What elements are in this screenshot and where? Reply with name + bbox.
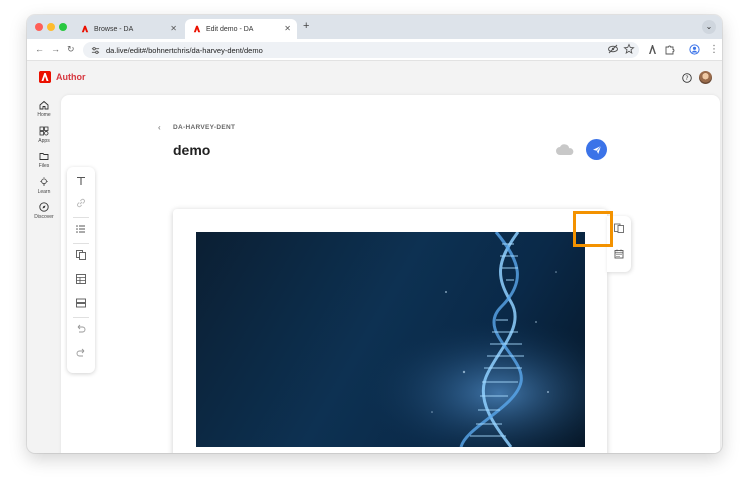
browser-toolbar: ← → ↻ da.live/edit#/bohnertchris/da-harv… <box>27 39 722 61</box>
nav-item-discover[interactable]: Discover <box>27 202 61 220</box>
tab-label: Edit demo - DA <box>206 25 254 33</box>
annotation-highlight <box>573 211 613 247</box>
new-tab-button[interactable]: + <box>303 20 309 32</box>
app-header: Author ? <box>27 62 722 92</box>
list-icon[interactable] <box>75 223 87 235</box>
library-icon[interactable] <box>613 222 625 234</box>
send-icon <box>592 145 601 154</box>
editor-toolbar <box>67 167 95 373</box>
breadcrumb[interactable]: DA-HARVEY-DENT <box>173 124 235 131</box>
page-title: demo <box>173 142 211 158</box>
apps-icon <box>39 126 49 136</box>
hero-image[interactable] <box>196 232 585 447</box>
reload-icon[interactable]: ↻ <box>67 44 75 55</box>
nav-label: Files <box>38 163 50 169</box>
toolbar-divider <box>73 317 89 318</box>
publish-button[interactable] <box>586 139 607 160</box>
blocks-icon[interactable] <box>75 249 87 261</box>
tab-label: Browse - DA <box>94 25 134 33</box>
app-title[interactable]: Author <box>56 72 86 82</box>
nav-item-home[interactable]: Home <box>27 100 61 118</box>
calendar-icon[interactable] <box>613 248 625 260</box>
toolbar-divider <box>73 217 89 218</box>
link-icon[interactable] <box>75 197 87 209</box>
nav-label: Home <box>37 112 51 118</box>
url-text: da.live/edit#/bohnertchris/da-harvey-den… <box>106 45 263 55</box>
folder-icon <box>39 153 49 160</box>
nav-item-files[interactable]: Files <box>27 151 61 169</box>
address-bar[interactable]: da.live/edit#/bohnertchris/da-harvey-den… <box>83 42 639 58</box>
minimize-window-button[interactable] <box>47 23 55 31</box>
dna-helix-image <box>196 232 585 447</box>
browser-menu-icon[interactable]: ⋮ <box>709 44 719 55</box>
redo-icon[interactable] <box>75 347 87 359</box>
bookmark-star-icon[interactable] <box>623 43 635 55</box>
svg-text:?: ? <box>685 75 688 82</box>
adobe-favicon-icon <box>81 25 89 33</box>
nav-label: Discover <box>34 214 54 220</box>
maximize-window-button[interactable] <box>59 23 67 31</box>
site-settings-icon[interactable] <box>91 46 100 55</box>
nav-item-learn[interactable]: Learn <box>27 177 61 195</box>
tab-search-chevron-icon[interactable]: ⌄ <box>702 20 716 34</box>
tab-edit-demo[interactable]: Edit demo - DA ✕ <box>185 19 297 39</box>
nav-label: Learn <box>37 189 51 195</box>
chevron-left-icon[interactable]: ‹ <box>158 123 161 132</box>
nav-item-apps[interactable]: Apps <box>27 126 61 144</box>
user-avatar[interactable] <box>699 71 712 84</box>
nav-label: Apps <box>38 138 50 144</box>
cloud-icon <box>556 144 574 155</box>
tab-close-icon[interactable]: ✕ <box>170 24 177 33</box>
close-window-button[interactable] <box>35 23 43 31</box>
profile-icon[interactable] <box>689 44 700 55</box>
section-icon[interactable] <box>75 297 87 309</box>
adobe-favicon-icon <box>193 25 201 33</box>
help-icon[interactable]: ? <box>682 73 692 83</box>
extensions-puzzle-icon[interactable] <box>664 44 675 55</box>
forward-arrow-icon[interactable]: → <box>51 44 60 54</box>
tab-bar: Browse - DA ✕ Edit demo - DA ✕ + ⌄ <box>27 15 722 39</box>
back-arrow-icon[interactable]: ← <box>35 44 44 54</box>
document-editor[interactable] <box>173 209 607 453</box>
text-icon[interactable] <box>75 175 87 187</box>
adobe-logo-icon[interactable] <box>39 71 51 83</box>
lightbulb-icon <box>40 177 48 186</box>
eye-off-icon[interactable] <box>607 43 619 55</box>
adobe-extension-icon[interactable] <box>647 44 658 55</box>
undo-icon[interactable] <box>75 323 87 335</box>
compass-icon <box>39 202 49 212</box>
tab-browse[interactable]: Browse - DA ✕ <box>73 19 183 39</box>
tab-close-icon[interactable]: ✕ <box>284 24 291 33</box>
browser-window: Browse - DA ✕ Edit demo - DA ✕ + ⌄ ← → ↻… <box>27 15 722 453</box>
toolbar-divider <box>73 243 89 244</box>
editor-content: ‹ DA-HARVEY-DENT demo <box>61 95 720 453</box>
home-icon <box>39 100 49 110</box>
table-icon[interactable] <box>75 273 87 285</box>
